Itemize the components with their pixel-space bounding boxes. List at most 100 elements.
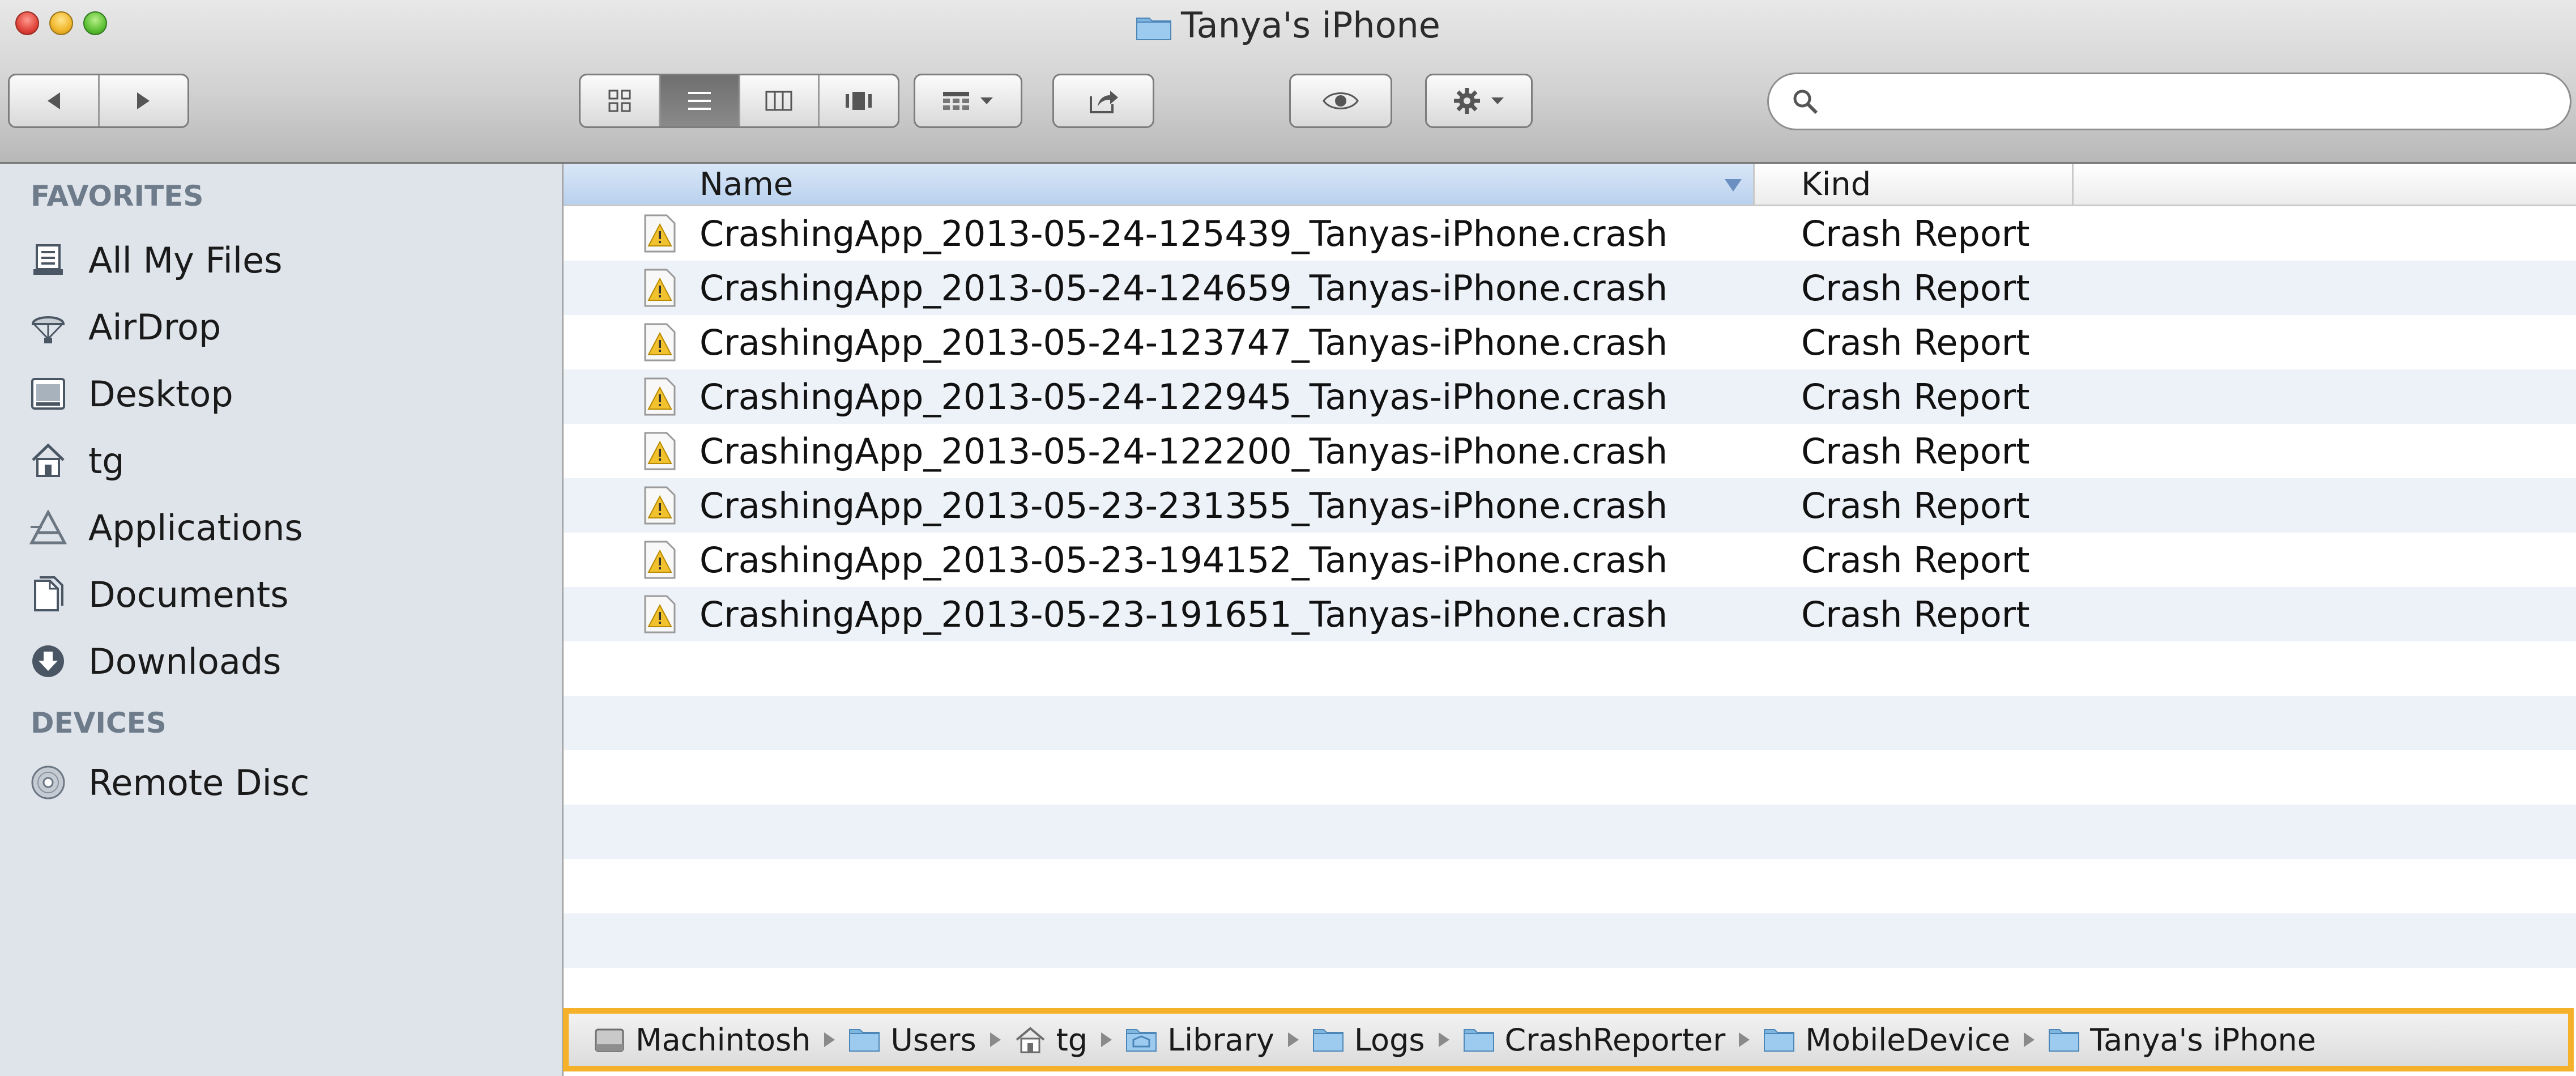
path-separator-icon: [1101, 1032, 1112, 1047]
sidebar-item-documents[interactable]: Documents: [28, 566, 289, 623]
file-name: CrashingApp_2013-05-23-194152_Tanyas-iPh…: [700, 539, 1668, 581]
folder-icon: [849, 1029, 880, 1052]
sidebar: FAVORITES All My Files AirDrop Desktop t…: [0, 164, 564, 1076]
path-crumb-label: CrashReporter: [1504, 1022, 1726, 1058]
back-button[interactable]: [10, 75, 100, 126]
file-kind: Crash Report: [1801, 376, 2030, 418]
sidebar-item-label: Applications: [88, 507, 303, 548]
forward-button[interactable]: [100, 75, 188, 126]
share-button[interactable]: [1052, 74, 1154, 128]
file-row[interactable]: CrashingApp_2013-05-23-231355_Tanyas-iPh…: [564, 478, 2576, 533]
path-separator-icon: [2024, 1032, 2035, 1047]
crash-report-icon: [644, 486, 676, 525]
file-name: CrashingApp_2013-05-23-191651_Tanyas-iPh…: [700, 594, 1668, 635]
all-my-files-icon: [28, 240, 68, 280]
toolbar: Tanya's iPhone: [0, 0, 2576, 164]
path-separator-icon: [990, 1032, 1001, 1047]
path-separator-icon: [1438, 1032, 1449, 1047]
crash-report-icon: [644, 541, 676, 579]
path-crumb-label: MobileDevice: [1805, 1022, 2011, 1058]
list-view-button[interactable]: [660, 75, 740, 126]
list-header: Name Kind: [564, 164, 2576, 206]
file-kind: Crash Report: [1801, 213, 2030, 254]
column-header-kind[interactable]: Kind: [1755, 164, 2074, 205]
folder-icon: [2049, 1029, 2080, 1052]
file-row[interactable]: CrashingApp_2013-05-23-194152_Tanyas-iPh…: [564, 533, 2576, 587]
column-view-button[interactable]: [740, 75, 820, 126]
documents-icon: [28, 575, 68, 614]
crash-report-icon: [644, 323, 676, 361]
gear-icon: [1454, 88, 1480, 114]
sidebar-item-label: Documents: [88, 573, 289, 615]
quick-look-button[interactable]: [1289, 74, 1392, 128]
cover-flow-icon: [846, 92, 872, 110]
sidebar-item-remote-disc[interactable]: Remote Disc: [28, 754, 309, 811]
file-kind: Crash Report: [1801, 485, 2030, 526]
chevron-down-icon: [980, 97, 993, 104]
file-row[interactable]: CrashingApp_2013-05-24-124659_Tanyas-iPh…: [564, 261, 2576, 315]
sidebar-item-all-my-files[interactable]: All My Files: [28, 232, 283, 288]
sidebar-item-downloads[interactable]: Downloads: [28, 633, 282, 690]
path-crumb-library[interactable]: Library: [1125, 1022, 1274, 1058]
file-kind: Crash Report: [1801, 267, 2030, 309]
file-list: Name Kind CrashingApp_2013-05-24-125439_…: [564, 164, 2576, 1076]
sidebar-item-home[interactable]: tg: [28, 432, 125, 489]
column-header-name[interactable]: Name: [564, 164, 1755, 205]
downloads-icon: [28, 641, 68, 681]
file-row[interactable]: CrashingApp_2013-05-24-122200_Tanyas-iPh…: [564, 424, 2576, 478]
sidebar-item-label: tg: [88, 440, 125, 482]
icon-view-button[interactable]: [581, 75, 660, 126]
path-crumb-mobiledevice[interactable]: MobileDevice: [1763, 1022, 2010, 1058]
empty-row: [564, 913, 2576, 968]
sidebar-item-applications[interactable]: Applications: [28, 499, 303, 556]
cover-flow-button[interactable]: [820, 75, 898, 126]
file-name: CrashingApp_2013-05-24-125439_Tanyas-iPh…: [700, 213, 1668, 254]
arrange-grid-icon: [943, 92, 969, 110]
view-mode-control: [579, 74, 899, 128]
path-crumb-machintosh[interactable]: Machintosh: [594, 1022, 811, 1058]
file-row[interactable]: CrashingApp_2013-05-24-123747_Tanyas-iPh…: [564, 315, 2576, 369]
home-icon: [28, 441, 68, 480]
back-forward-control: [8, 74, 189, 128]
file-name: CrashingApp_2013-05-24-124659_Tanyas-iPh…: [700, 267, 1668, 309]
empty-row: [564, 696, 2576, 750]
search-field[interactable]: [1767, 73, 2571, 130]
file-row[interactable]: CrashingApp_2013-05-24-125439_Tanyas-iPh…: [564, 206, 2576, 261]
path-crumb-label: Logs: [1354, 1022, 1425, 1058]
sidebar-item-airdrop[interactable]: AirDrop: [28, 299, 221, 355]
folder-icon: [1312, 1029, 1344, 1052]
arrange-button[interactable]: [914, 74, 1022, 128]
sidebar-item-label: AirDrop: [88, 306, 221, 348]
library-folder-icon: [1126, 1029, 1157, 1052]
share-icon: [1090, 91, 1118, 113]
sidebar-item-desktop[interactable]: Desktop: [28, 365, 233, 422]
file-row[interactable]: CrashingApp_2013-05-24-122945_Tanyas-iPh…: [564, 369, 2576, 424]
crash-report-icon: [644, 269, 676, 307]
file-name: CrashingApp_2013-05-23-231355_Tanyas-iPh…: [700, 485, 1668, 526]
column-view-icon: [765, 91, 792, 111]
forward-arrow-icon: [137, 92, 150, 109]
chevron-down-icon: [1491, 97, 1504, 104]
file-name: CrashingApp_2013-05-24-122200_Tanyas-iPh…: [700, 431, 1668, 472]
path-crumb-logs[interactable]: Logs: [1312, 1022, 1425, 1058]
path-crumb-crashreporter[interactable]: CrashReporter: [1463, 1022, 1726, 1058]
column-header-kind-label: Kind: [1801, 166, 1871, 203]
empty-row: [564, 641, 2576, 696]
path-crumb-tanyas-iphone[interactable]: Tanya's iPhone: [2048, 1022, 2316, 1058]
file-name: CrashingApp_2013-05-24-123747_Tanyas-iPh…: [700, 322, 1668, 363]
path-crumb-tg[interactable]: tg: [1014, 1022, 1087, 1058]
action-button[interactable]: [1425, 74, 1533, 128]
file-kind: Crash Report: [1801, 322, 2030, 363]
path-crumb-label: Library: [1167, 1022, 1274, 1058]
path-crumb-label: Users: [890, 1022, 976, 1058]
crash-report-icon: [644, 377, 676, 416]
icon-view-icon: [608, 90, 631, 112]
folder-icon: [1136, 8, 1172, 40]
sidebar-item-label: All My Files: [88, 239, 283, 281]
path-bar: Machintosh Users tg Library Logs CrashRe…: [563, 1008, 2574, 1071]
folder-icon: [1463, 1029, 1494, 1052]
crash-report-icon: [644, 432, 676, 470]
path-separator-icon: [1287, 1032, 1299, 1047]
path-crumb-users[interactable]: Users: [848, 1022, 976, 1058]
file-row[interactable]: CrashingApp_2013-05-23-191651_Tanyas-iPh…: [564, 587, 2576, 641]
